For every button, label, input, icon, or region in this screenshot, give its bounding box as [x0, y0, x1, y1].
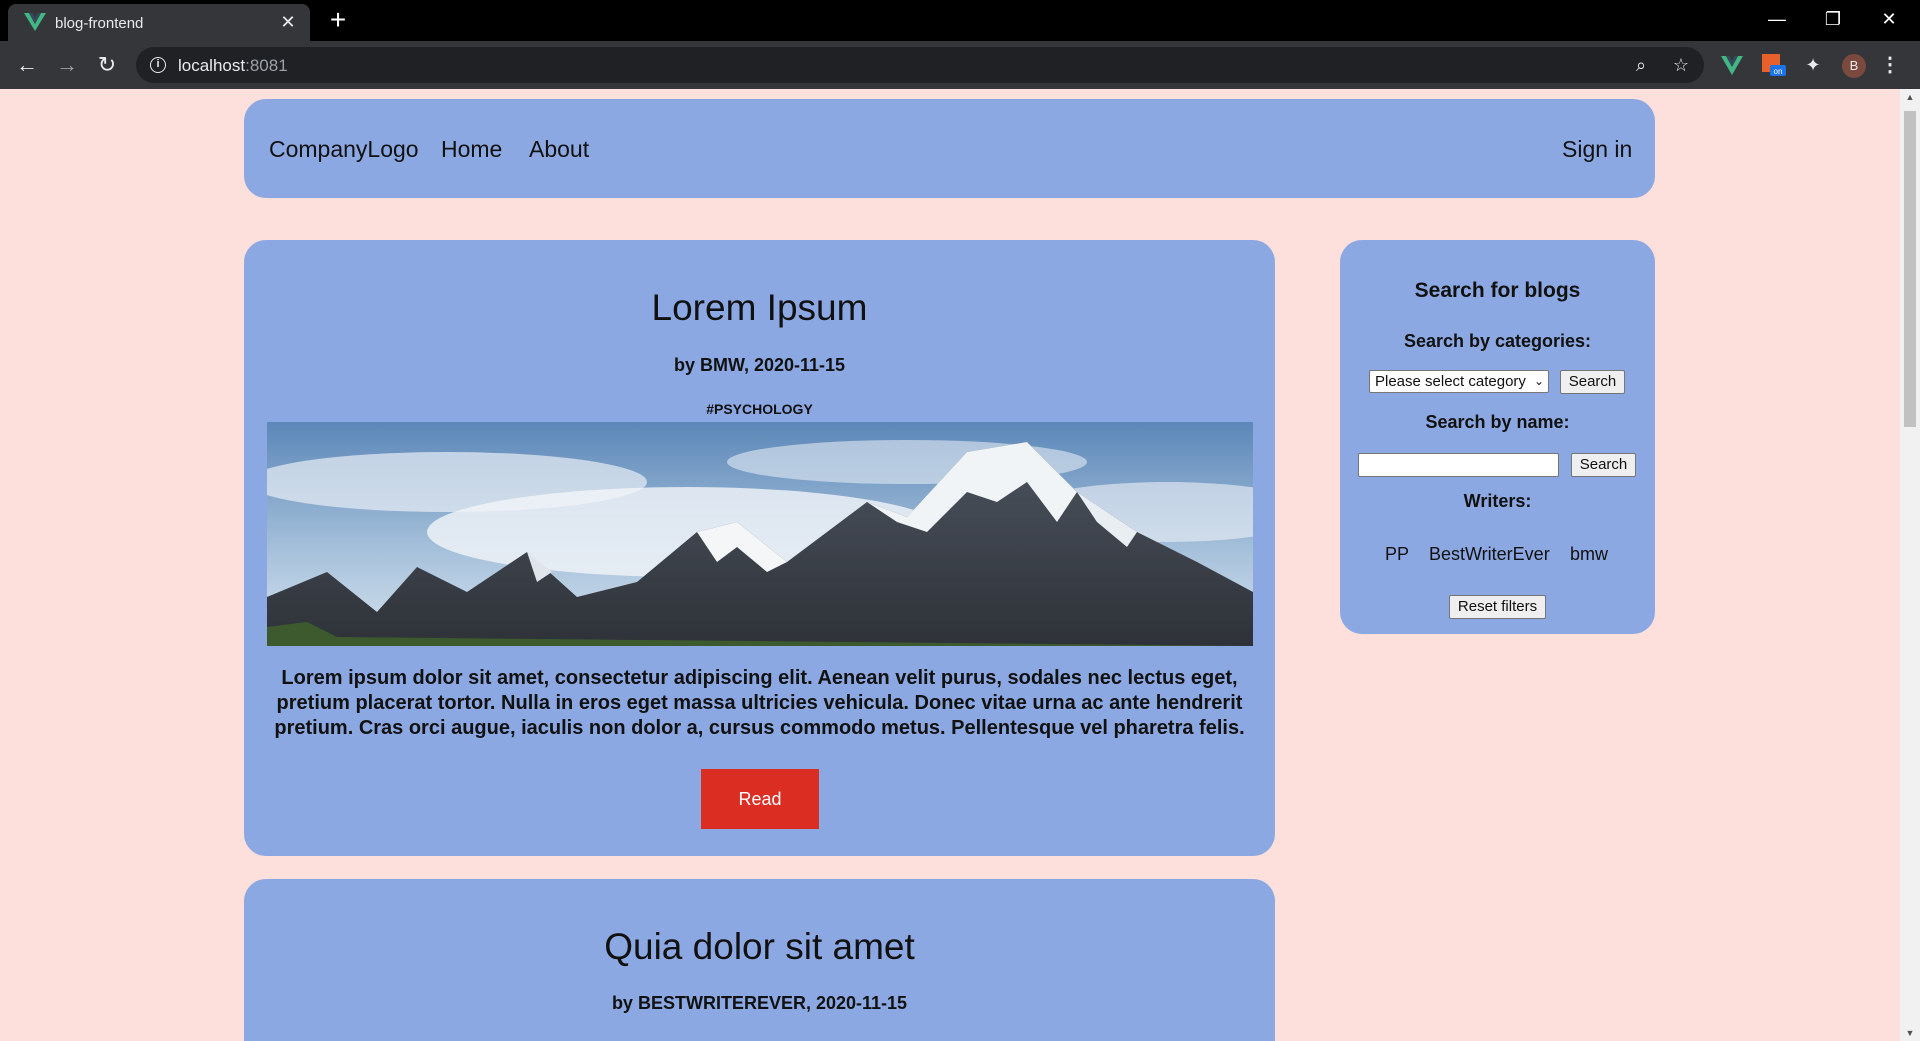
browser-menu-icon[interactable]: ⋮	[1880, 53, 1900, 77]
category-select[interactable]: Please select category ⌄	[1369, 370, 1549, 393]
category-search-label: Search by categories:	[1403, 331, 1592, 351]
close-window-icon[interactable]: ✕	[1874, 6, 1904, 32]
site-info-icon[interactable]: i	[150, 57, 166, 73]
read-button[interactable]: Read	[701, 769, 819, 829]
minimize-window-icon[interactable]: —	[1762, 6, 1792, 32]
writer-link-bmw[interactable]: bmw	[1570, 544, 1608, 565]
calendar-extension-icon[interactable]: on	[1762, 53, 1786, 77]
sign-in-link[interactable]: Sign in	[1562, 136, 1632, 163]
nav-link-home[interactable]: Home	[441, 136, 502, 163]
nav-link-about[interactable]: About	[529, 136, 589, 163]
company-logo[interactable]: CompanyLogo	[269, 136, 419, 163]
extensions-puzzle-icon[interactable]: ✦	[1802, 54, 1824, 76]
vue-logo-icon	[24, 13, 46, 31]
blog-post-card: Quia dolor sit amet by BESTWRITEREVER, 2…	[244, 879, 1275, 1041]
sidebar-heading: Search for blogs	[1414, 279, 1581, 302]
address-bar[interactable]: i localhost:8081 ⌕ ☆	[136, 47, 1704, 83]
post-meta: by BESTWRITEREVER, 2020-11-15	[611, 993, 908, 1013]
category-search-button[interactable]: Search	[1560, 370, 1625, 394]
profile-avatar[interactable]: B	[1842, 54, 1866, 78]
name-search-input[interactable]	[1358, 453, 1559, 477]
browser-tab-bar: blog-frontend ✕ + — ❐ ✕	[0, 0, 1920, 41]
post-meta: by BMW, 2020-11-15	[673, 355, 846, 375]
page-content: CompanyLogo Home About Sign in Lorem Ips…	[0, 89, 1900, 1041]
writer-link-pp[interactable]: PP	[1385, 544, 1409, 565]
close-tab-icon[interactable]: ✕	[278, 12, 298, 32]
url-text: localhost:8081	[178, 56, 288, 75]
zoom-icon[interactable]: ⌕	[1630, 54, 1652, 76]
restore-window-icon[interactable]: ❐	[1818, 6, 1848, 32]
chevron-down-icon: ⌄	[1533, 374, 1544, 388]
page-scrollbar[interactable]: ▲ ▼	[1900, 89, 1920, 1041]
tab-title: blog-frontend	[55, 15, 144, 32]
post-category-tag[interactable]: #PSYCHOLOGY	[244, 401, 1275, 417]
name-search-button[interactable]: Search	[1571, 453, 1636, 477]
writers-label: Writers:	[1463, 491, 1532, 511]
post-excerpt: Lorem ipsum dolor sit amet, consectetur …	[274, 667, 1245, 739]
post-image-mountains	[267, 422, 1253, 646]
site-navbar: CompanyLogo Home About Sign in	[244, 99, 1655, 198]
name-search-label: Search by name:	[1425, 412, 1570, 432]
scroll-up-arrow-icon[interactable]: ▲	[1905, 93, 1915, 102]
search-sidebar: Search for blogs Search by categories: P…	[1340, 240, 1655, 634]
reset-filters-button[interactable]: Reset filters	[1449, 595, 1546, 619]
vue-devtools-extension-icon[interactable]	[1720, 53, 1744, 77]
scroll-down-arrow-icon[interactable]: ▼	[1905, 1029, 1915, 1038]
forward-arrow-icon[interactable]: →	[53, 51, 81, 79]
scrollbar-thumb[interactable]	[1904, 111, 1916, 427]
bookmark-star-icon[interactable]: ☆	[1670, 54, 1692, 76]
post-title: Quia dolor sit amet	[604, 926, 915, 967]
writer-link-bestwriterever[interactable]: BestWriterEver	[1429, 544, 1550, 565]
blog-post-card: Lorem Ipsum by BMW, 2020-11-15 #PSYCHOLO…	[244, 240, 1275, 856]
back-arrow-icon[interactable]: ←	[13, 51, 41, 79]
svg-text:on: on	[1774, 67, 1783, 76]
reload-icon[interactable]: ↻	[93, 51, 121, 79]
new-tab-icon[interactable]: +	[326, 6, 350, 34]
post-title: Lorem Ipsum	[651, 287, 868, 328]
browser-toolbar: ← → ↻ i localhost:8081 ⌕ ☆ on ✦ B ⋮	[0, 41, 1920, 89]
browser-tab[interactable]: blog-frontend ✕	[8, 4, 310, 41]
